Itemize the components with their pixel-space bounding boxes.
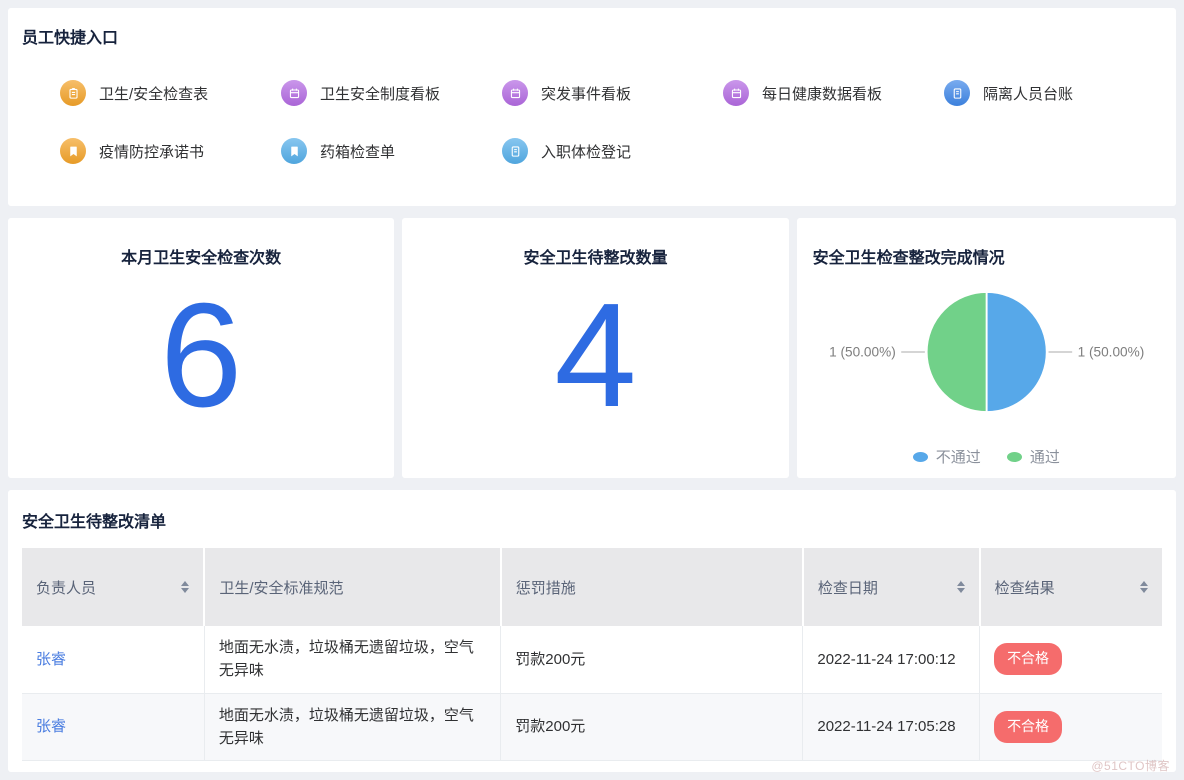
col-header-label: 卫生/安全标准规范 (219, 577, 343, 598)
table-header-row: 负责人员 卫生/安全标准规范 惩罚措施 检查日期 (22, 548, 1162, 626)
quick-link-epidemic-prevention-commitment[interactable]: 疫情防控承诺书 (60, 138, 281, 164)
board-icon (502, 80, 528, 106)
legend-label: 不通过 (936, 446, 981, 467)
pie-callout-left: 1 (50.00%) (829, 345, 896, 360)
penalty-cell: 罚款200元 (501, 693, 803, 761)
chart-title: 安全卫生检查整改完成情况 (813, 244, 1160, 268)
pie-slice-pass[interactable] (926, 292, 986, 412)
table-row: 张睿 地面无水渍，垃圾桶无遗留垃圾，空气无异味 罚款200元 2022-11-2… (22, 626, 1162, 693)
quick-link-hygiene-safety-system-board[interactable]: 卫生安全制度看板 (281, 80, 502, 106)
quick-link-onboarding-physical-exam[interactable]: 入职体检登记 (502, 138, 723, 164)
legend-item-pass[interactable]: 通过 (1007, 446, 1060, 467)
result-badge: 不合格 (994, 643, 1062, 675)
sort-icon[interactable] (957, 581, 965, 593)
quick-link-daily-health-data-board[interactable]: 每日健康数据看板 (723, 80, 944, 106)
quick-link-label: 每日健康数据看板 (762, 83, 882, 104)
stat-title: 本月卫生安全检查次数 (24, 244, 378, 268)
col-header-label: 负责人员 (36, 577, 96, 598)
quick-entry-title: 员工快捷入口 (22, 24, 1162, 48)
penalty-cell: 罚款200元 (501, 626, 803, 693)
stat-title: 安全卫生待整改数量 (418, 244, 772, 268)
quick-entry-panel: 员工快捷入口 卫生/安全检查表 卫生安全制度看板 突发事件看板 每日健康数据看板 (8, 8, 1176, 206)
pie-slice-fail[interactable] (986, 292, 1046, 412)
table-row: 张睿 地面无水渍，垃圾桶无遗留垃圾，空气无异味 罚款200元 2022-11-2… (22, 693, 1162, 761)
stat-row: 本月卫生安全检查次数 6 安全卫生待整改数量 4 安全卫生检查整改完成情况 1 … (8, 218, 1176, 478)
result-badge: 不合格 (994, 711, 1062, 743)
quick-link-label: 卫生/安全检查表 (99, 83, 208, 104)
col-header-person[interactable]: 负责人员 (22, 548, 204, 626)
legend-marker-pass (1007, 452, 1022, 462)
chart-card-rectification-completion: 安全卫生检查整改完成情况 1 (50.00%) 1 (50.00%) 不通过 (797, 218, 1176, 478)
rectification-list-panel: 安全卫生待整改清单 负责人员 卫生/安全标准规范 惩罚措施 (8, 490, 1176, 772)
clipboard-icon (60, 80, 86, 106)
person-link[interactable]: 张睿 (36, 718, 66, 735)
board-icon (281, 80, 307, 106)
rectification-list-title: 安全卫生待整改清单 (22, 508, 1162, 532)
quick-entry-grid: 卫生/安全检查表 卫生安全制度看板 突发事件看板 每日健康数据看板 隔离人员台账 (60, 80, 1162, 164)
stat-card-inspection-count: 本月卫生安全检查次数 6 (8, 218, 394, 478)
pie-chart-svg: 1 (50.00%) 1 (50.00%) (813, 268, 1160, 436)
quick-link-emergency-event-board[interactable]: 突发事件看板 (502, 80, 723, 106)
legend-item-fail[interactable]: 不通过 (913, 446, 981, 467)
quick-link-label: 疫情防控承诺书 (99, 141, 204, 162)
bookmark-icon (281, 138, 307, 164)
pie-callout-right: 1 (50.00%) (1077, 345, 1144, 360)
standard-cell: 地面无水渍，垃圾桶无遗留垃圾，空气无异味 (204, 693, 500, 761)
col-header-result[interactable]: 检查结果 (980, 548, 1162, 626)
date-cell: 2022-11-24 17:00:12 (803, 626, 980, 693)
stat-value: 4 (418, 268, 772, 458)
board-icon (723, 80, 749, 106)
quick-link-label: 入职体检登记 (541, 141, 631, 162)
col-header-penalty: 惩罚措施 (501, 548, 803, 626)
legend-label: 通过 (1030, 446, 1060, 467)
legend-marker-fail (913, 452, 928, 462)
quick-link-label: 药箱检查单 (320, 141, 395, 162)
col-header-standard: 卫生/安全标准规范 (204, 548, 500, 626)
sort-icon[interactable] (1140, 581, 1148, 593)
col-header-label: 检查日期 (818, 577, 878, 598)
date-cell: 2022-11-24 17:05:28 (803, 693, 980, 761)
quick-link-label: 隔离人员台账 (983, 83, 1073, 104)
person-link[interactable]: 张睿 (36, 651, 66, 668)
watermark: @51CTO博客 (1091, 757, 1170, 774)
quick-link-isolation-personnel-ledger[interactable]: 隔离人员台账 (944, 80, 1165, 106)
col-header-label: 检查结果 (995, 577, 1055, 598)
col-header-label: 惩罚措施 (516, 577, 576, 598)
quick-link-label: 卫生安全制度看板 (320, 83, 440, 104)
quick-link-label: 突发事件看板 (541, 83, 631, 104)
bookmark-icon (60, 138, 86, 164)
document-icon (502, 138, 528, 164)
standard-cell: 地面无水渍，垃圾桶无遗留垃圾，空气无异味 (204, 626, 500, 693)
stat-card-rectification-count: 安全卫生待整改数量 4 (402, 218, 788, 478)
quick-link-hygiene-safety-checklist[interactable]: 卫生/安全检查表 (60, 80, 281, 106)
document-icon (944, 80, 970, 106)
rectification-table: 负责人员 卫生/安全标准规范 惩罚措施 检查日期 (22, 548, 1162, 761)
quick-link-medicine-box-checklist[interactable]: 药箱检查单 (281, 138, 502, 164)
sort-icon[interactable] (181, 581, 189, 593)
pie-legend: 不通过 通过 (913, 446, 1060, 467)
pie-chart: 1 (50.00%) 1 (50.00%) 不通过 通过 (813, 268, 1160, 467)
col-header-date[interactable]: 检查日期 (803, 548, 980, 626)
stat-value: 6 (24, 268, 378, 458)
